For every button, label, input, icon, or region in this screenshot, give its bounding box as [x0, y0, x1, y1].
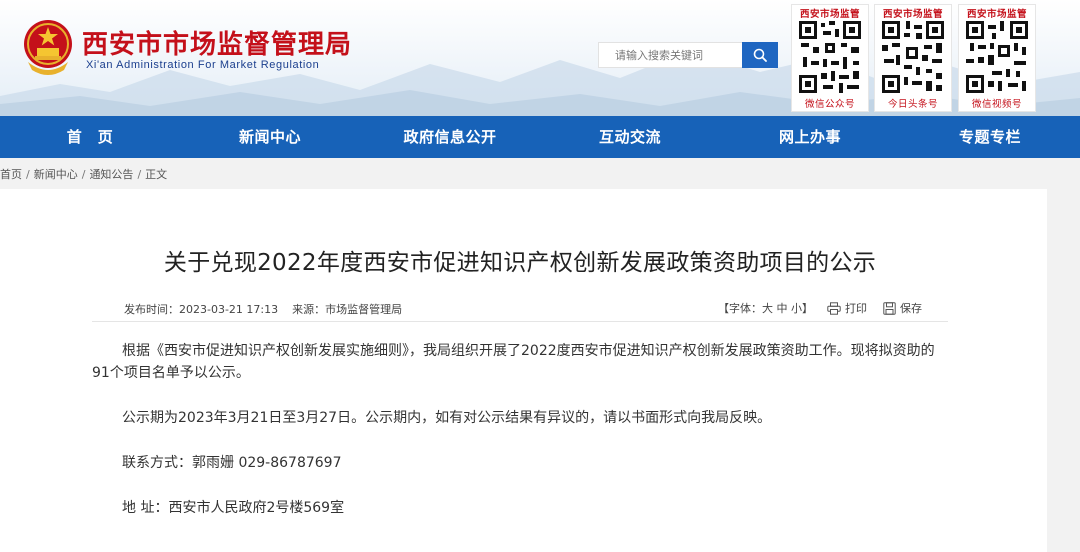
article-paragraph: 公示期为2023年3月21日至3月27日。公示期内，如有对公示结果有异议的，请以… [122, 410, 772, 426]
article-paragraph: 地 址：西安市人民政府2号楼569室 [122, 500, 345, 516]
qr-code-icon [964, 19, 1030, 95]
breadcrumb-separator: / [81, 168, 86, 181]
print-label: 打印 [845, 302, 867, 315]
main-nav: 首 页 新闻中心 政府信息公开 互动交流 网上办事 专题专栏 [0, 116, 1080, 158]
qr-label-top: 西安市场监管 [799, 9, 860, 20]
article-panel: 关于兑现2022年度西安市促进知识产权创新发展政策资助项目的公示 发布时间：20… [0, 189, 1047, 552]
article-title: 关于兑现2022年度西安市促进知识产权创新发展政策资助项目的公示 [163, 250, 877, 276]
qr-card-video[interactable]: 西安市场监管 微信视频号 [958, 4, 1036, 112]
qr-label-bottom: 今日头条号 [887, 99, 938, 110]
article-paragraph: 根据《西安市促进知识产权创新发展实施细则》，我局组织开展了2022度西安市促进知… [92, 343, 935, 381]
search-input[interactable] [598, 42, 742, 68]
nav-item-gov-info[interactable]: 政府信息公开 [360, 116, 540, 158]
source-label: 来源： [292, 303, 326, 316]
font-size-label: 【字体： [718, 302, 762, 315]
breadcrumb-separator: / [26, 168, 30, 181]
qr-code-icon [880, 19, 946, 95]
source: 市场监督管理局 [325, 303, 403, 316]
qr-label-bottom: 微信公众号 [804, 99, 855, 110]
search-icon [753, 48, 767, 62]
search-button[interactable] [742, 42, 778, 68]
qr-label-bottom: 微信视频号 [971, 99, 1022, 110]
printer-icon [827, 301, 841, 315]
nav-item-home[interactable]: 首 页 [0, 116, 180, 158]
publish-time-label: 发布时间： [124, 303, 179, 316]
qr-card-wechat[interactable]: 西安市场监管 微信公众号 [791, 4, 869, 112]
breadcrumb-separator: / [137, 168, 142, 181]
qr-label-top: 西安市场监管 [882, 9, 943, 20]
qr-card-toutiao[interactable]: 西安市场监管 今日头条号 [874, 4, 952, 112]
breadcrumb-news[interactable]: 新闻中心 [34, 166, 78, 182]
save-icon [883, 301, 896, 315]
site-header: 西安市市场监督管理局 Xi'an Administration For Mark… [0, 0, 1080, 116]
article-tools: 【字体： 大 中 小 】 打印 保存 [718, 300, 922, 316]
nav-item-interaction[interactable]: 互动交流 [540, 116, 720, 158]
font-large-button[interactable]: 大 [762, 300, 773, 316]
site-subtitle: Xi'an Administration For Market Regulati… [86, 59, 320, 71]
qr-label-top: 西安市场监管 [966, 9, 1027, 20]
print-button[interactable]: 打印 [827, 300, 867, 316]
font-medium-button[interactable]: 中 [777, 300, 788, 316]
save-button[interactable]: 保存 [883, 300, 922, 316]
publish-time: 2023-03-21 17:13 [179, 303, 279, 316]
article-meta: 发布时间：2023-03-21 17:13 来源：市场监督管理局 [124, 301, 402, 317]
font-size-bracket: 】 [802, 302, 813, 315]
site-title: 西安市市场监督管理局 [82, 30, 353, 60]
save-label: 保存 [900, 302, 922, 315]
nav-item-online-service[interactable]: 网上办事 [720, 116, 900, 158]
breadcrumb: 首页 / 新闻中心 / 通知公告 / 正文 [0, 166, 167, 182]
nav-item-news[interactable]: 新闻中心 [180, 116, 360, 158]
breadcrumb-current: 正文 [145, 168, 168, 181]
breadcrumb-home[interactable]: 首页 [0, 166, 22, 182]
breadcrumb-notices[interactable]: 通知公告 [89, 166, 133, 182]
nav-item-special-topics[interactable]: 专题专栏 [900, 116, 1080, 158]
qr-code-icon [797, 19, 863, 95]
article-paragraph: 联系方式：郭雨姗 029-86787697 [122, 455, 342, 471]
font-small-button[interactable]: 小 [791, 300, 802, 316]
meta-divider [92, 321, 948, 322]
search-box [598, 42, 778, 68]
national-emblem-icon [24, 20, 72, 75]
